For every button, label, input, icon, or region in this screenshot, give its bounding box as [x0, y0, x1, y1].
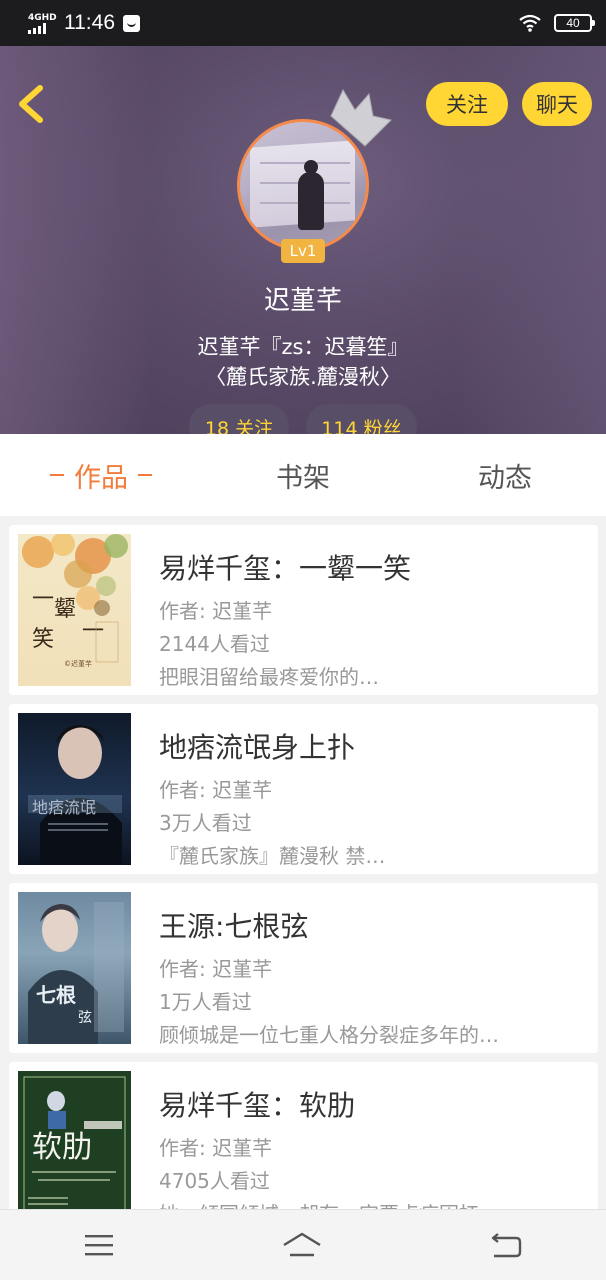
svg-text:一: 一 [32, 587, 54, 612]
book-views: 4705人看过 [159, 1169, 270, 1193]
system-navigation-bar [0, 1209, 606, 1280]
book-card[interactable]: 一 颦 一 笑 ©迟堇芊 易烊千玺：一颦一笑 作者: 迟堇芊 2144人看过 把… [9, 525, 598, 695]
book-title: 易烊千玺：软肋 [159, 1089, 356, 1122]
fans-count[interactable]: 114 粉丝 [306, 404, 417, 434]
book-author: 作者: 迟堇芊 [159, 599, 273, 623]
book-list: 一 颦 一 笑 ©迟堇芊 易烊千玺：一颦一笑 作者: 迟堇芊 2144人看过 把… [9, 525, 598, 1209]
book-views: 2144人看过 [159, 632, 270, 656]
chat-button[interactable]: 聊天 [522, 82, 592, 126]
back-arrow-icon[interactable] [14, 84, 50, 124]
back-icon[interactable] [490, 1232, 522, 1258]
svg-text:七根: 七根 [36, 983, 76, 1007]
book-description: 她，倾国倾城，却有一定要点病因扛… [159, 1198, 499, 1209]
avatar[interactable] [237, 119, 369, 251]
battery-indicator: 40 [554, 14, 595, 32]
book-card[interactable]: 软肋 易烊千玺：软肋 作者: 迟堇芊 4705人看过 她，倾国倾城，却有一定要点… [9, 1062, 598, 1209]
message-notification-icon [123, 14, 140, 32]
status-bar: 4GHD 11:46 40 [0, 0, 606, 46]
book-cover: 地痞流氓 [18, 713, 131, 865]
clock: 11:46 [64, 11, 115, 34]
network-type: 4GHD [28, 12, 57, 23]
book-cover: 七根 弦 [18, 892, 131, 1044]
book-cover: 软肋 [18, 1071, 131, 1209]
tab-activity-label: 动态 [478, 462, 532, 494]
home-icon[interactable] [282, 1231, 322, 1259]
book-description: 顾倾城是一位七重人格分裂症多年的… [159, 1023, 499, 1047]
svg-text:一: 一 [82, 619, 104, 644]
user-nickname: 迟堇芊 [263, 286, 342, 316]
svg-text:©迟堇芊: ©迟堇芊 [64, 659, 92, 668]
book-title: 地痞流氓身上扑 [159, 731, 356, 764]
user-bio: 迟堇芊『zs：迟暮笙』 〈麓氏家族.麓漫秋〉 [197, 335, 409, 389]
book-author: 作者: 迟堇芊 [159, 1136, 273, 1160]
book-card[interactable]: 地痞流氓 地痞流氓身上扑 作者: 迟堇芊 3万人看过 『麓氏家族』麓漫秋 禁… [9, 704, 598, 874]
book-description: 把眼泪留给最疼爱你的… [159, 665, 379, 689]
book-views: 1万人看过 [159, 990, 252, 1014]
svg-text:笑: 笑 [32, 627, 54, 652]
svg-text:弦: 弦 [78, 1010, 92, 1026]
level-badge: Lv1 [281, 239, 325, 263]
book-title: 易烊千玺：一颦一笑 [159, 552, 412, 585]
svg-text:地痞流氓: 地痞流氓 [32, 798, 96, 817]
book-description: 『麓氏家族』麓漫秋 禁… [159, 844, 386, 868]
profile-tabs: 作品 书架 动态 [0, 434, 606, 516]
book-cover: 一 颦 一 笑 ©迟堇芊 [18, 534, 131, 686]
profile-header: 关注 聊天 Lv1 迟堇芊 迟堇芊『zs：迟暮笙』 〈麓氏家族.麓漫秋〉 18 … [0, 46, 606, 434]
book-author: 作者: 迟堇芊 [159, 957, 273, 981]
signal-indicator: 4GHD [28, 12, 57, 34]
book-title: 王源:七根弦 [159, 910, 309, 943]
following-count[interactable]: 18 关注 [189, 404, 289, 434]
book-views: 3万人看过 [159, 811, 252, 835]
wifi-icon [519, 14, 541, 32]
book-author: 作者: 迟堇芊 [159, 778, 273, 802]
signal-bars-icon [28, 22, 46, 34]
tab-activity[interactable]: 动态 [404, 434, 606, 516]
svg-text:颦: 颦 [54, 597, 76, 622]
svg-text:软肋: 软肋 [32, 1130, 92, 1165]
menu-icon[interactable] [84, 1233, 114, 1257]
follow-button[interactable]: 关注 [426, 82, 508, 126]
tab-bookshelf-label: 书架 [276, 462, 330, 494]
book-card[interactable]: 七根 弦 王源:七根弦 作者: 迟堇芊 1万人看过 顾倾城是一位七重人格分裂症多… [9, 883, 598, 1053]
tab-works-label: 作品 [74, 462, 128, 494]
tab-works[interactable]: 作品 [0, 434, 202, 516]
tab-bookshelf[interactable]: 书架 [202, 434, 404, 516]
